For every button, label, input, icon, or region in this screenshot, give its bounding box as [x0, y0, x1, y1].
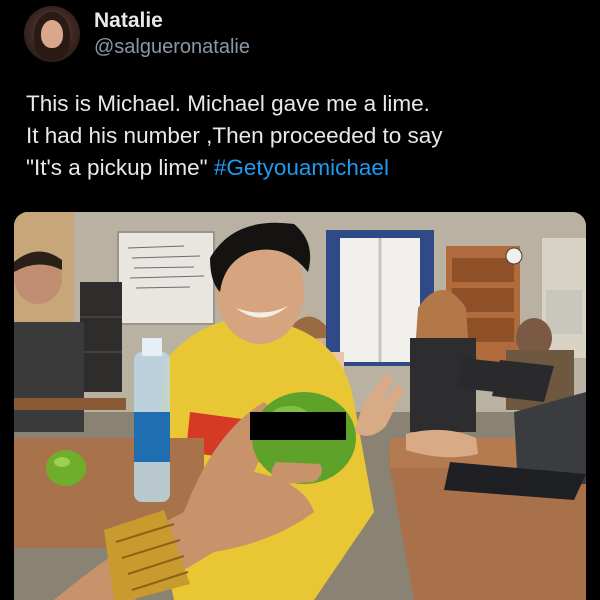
avatar-face: [41, 20, 63, 48]
author-display-name[interactable]: Natalie: [94, 8, 250, 34]
tweet-text-line-2: It had his number ,Then proceeded to say: [26, 123, 443, 148]
tweet-text-line-3: "It's a pickup lime" #Getyouamichael: [26, 152, 586, 184]
tweet-text-line-1: This is Michael. Michael gave me a lime.: [26, 91, 430, 116]
tweet-quote: "It's a pickup lime": [26, 155, 214, 180]
hashtag-link[interactable]: #Getyouamichael: [214, 155, 389, 180]
author-names: Natalie @salgueronatalie: [94, 8, 250, 60]
classroom-photo: [14, 212, 586, 600]
tweet-photo[interactable]: [14, 212, 586, 600]
tweet-card: Natalie @salgueronatalie This is Michael…: [0, 0, 600, 600]
avatar[interactable]: [24, 6, 80, 62]
author-handle[interactable]: @salgueronatalie: [94, 34, 250, 60]
tweet-header: Natalie @salgueronatalie: [24, 4, 250, 64]
tweet-text: This is Michael. Michael gave me a lime.…: [26, 88, 586, 184]
